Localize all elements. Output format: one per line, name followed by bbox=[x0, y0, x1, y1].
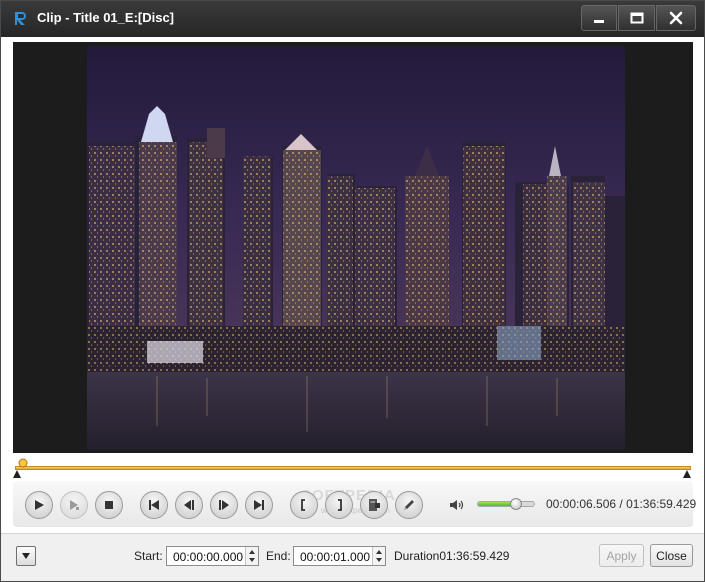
city-skyline-image bbox=[87, 46, 625, 450]
end-time-value: 00:00:01.000 bbox=[300, 550, 371, 564]
close-button[interactable]: Close bbox=[650, 544, 693, 567]
volume-icon[interactable] bbox=[449, 499, 465, 511]
step-back-button[interactable] bbox=[175, 491, 203, 519]
spin-up-icon[interactable] bbox=[376, 550, 382, 554]
current-time: 00:00:06.506 bbox=[546, 497, 617, 511]
spin-up-icon[interactable] bbox=[249, 550, 255, 554]
play-icon bbox=[35, 500, 44, 510]
maximize-button[interactable] bbox=[618, 5, 655, 31]
skip-forward-icon bbox=[254, 500, 264, 510]
spin-down-icon[interactable] bbox=[249, 558, 255, 562]
bracket-left-icon bbox=[301, 499, 305, 511]
stop-button[interactable] bbox=[95, 491, 123, 519]
time-readout: 00:00:06.506 / 01:36:59.429 bbox=[546, 497, 696, 511]
pencil-icon bbox=[404, 500, 414, 510]
video-preview-frame[interactable] bbox=[13, 42, 693, 453]
mark-in-button[interactable] bbox=[290, 491, 318, 519]
maximize-icon bbox=[630, 12, 643, 24]
end-label: End: bbox=[266, 549, 291, 563]
stop-icon bbox=[105, 501, 113, 509]
seek-start-marker-icon bbox=[13, 470, 21, 478]
skip-back-icon bbox=[149, 500, 159, 510]
close-icon bbox=[669, 11, 683, 25]
next-chapter-button[interactable] bbox=[245, 491, 273, 519]
chevron-down-icon bbox=[22, 553, 30, 559]
step-forward-icon bbox=[219, 500, 229, 510]
play-step-button[interactable] bbox=[60, 491, 88, 519]
minimize-button[interactable] bbox=[581, 5, 617, 31]
window-title: Clip - Title 01_E:[Disc] bbox=[37, 10, 175, 25]
volume-slider[interactable] bbox=[477, 501, 535, 507]
title-bar[interactable]: Clip - Title 01_E:[Disc] bbox=[1, 1, 704, 37]
duration-text: Duration01:36:59.429 bbox=[394, 549, 510, 563]
mark-out-button[interactable] bbox=[325, 491, 353, 519]
step-forward-button[interactable] bbox=[210, 491, 238, 519]
total-time: 01:36:59.429 bbox=[626, 497, 697, 511]
start-time-field[interactable]: 00:00:00.000 bbox=[166, 546, 259, 566]
start-label: Start: bbox=[134, 549, 163, 563]
seek-thumb-icon[interactable] bbox=[18, 458, 28, 468]
clip-window: Clip - Title 01_E:[Disc] www.softpedia.c… bbox=[0, 0, 705, 582]
minimize-icon bbox=[594, 20, 604, 23]
apply-button[interactable]: Apply bbox=[599, 544, 644, 567]
clip-icon bbox=[369, 499, 380, 511]
end-time-field[interactable]: 00:00:01.000 bbox=[293, 546, 386, 566]
time-separator: / bbox=[616, 497, 627, 511]
play-step-icon bbox=[70, 500, 79, 510]
volume-slider-thumb[interactable] bbox=[510, 498, 522, 510]
volume-level-fill bbox=[478, 502, 515, 506]
video-frame-image bbox=[87, 46, 625, 450]
step-back-icon bbox=[184, 500, 194, 510]
expand-options-button[interactable] bbox=[16, 546, 36, 566]
spin-down-icon[interactable] bbox=[376, 558, 382, 562]
close-window-button[interactable] bbox=[656, 5, 696, 31]
edit-button[interactable] bbox=[395, 491, 423, 519]
start-time-value: 00:00:00.000 bbox=[173, 550, 244, 564]
start-time-stepper[interactable] bbox=[245, 547, 258, 565]
previous-chapter-button[interactable] bbox=[140, 491, 168, 519]
end-time-stepper[interactable] bbox=[372, 547, 385, 565]
clip-button[interactable] bbox=[360, 491, 388, 519]
bracket-right-icon bbox=[338, 499, 342, 511]
play-button[interactable] bbox=[25, 491, 53, 519]
seek-bar[interactable] bbox=[15, 466, 691, 470]
seek-end-marker-icon bbox=[683, 470, 691, 478]
app-logo-icon bbox=[15, 12, 26, 25]
